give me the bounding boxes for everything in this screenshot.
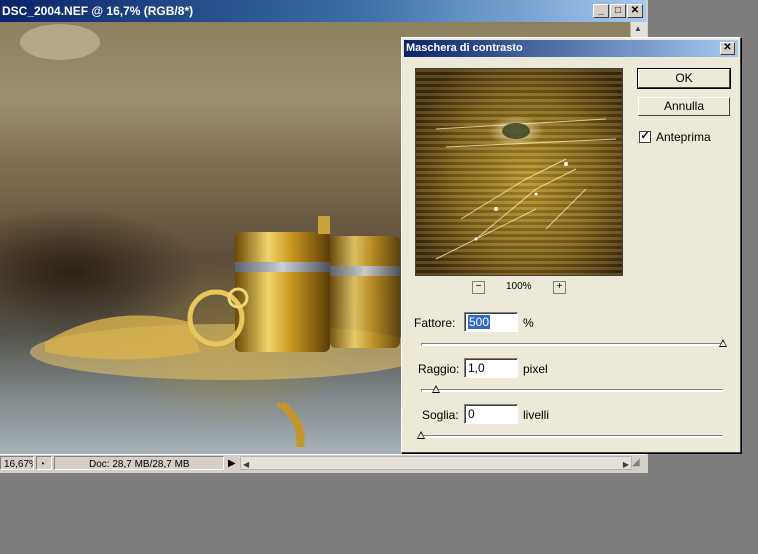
zoom-out-button[interactable]: − [472, 281, 485, 294]
preview-zoom-level: 100% [506, 281, 532, 292]
threshold-slider-track[interactable] [421, 435, 723, 438]
amount-value: 500 [468, 315, 491, 329]
resize-grip-icon[interactable]: ◢ [632, 456, 646, 470]
radius-unit: pixel [523, 362, 548, 376]
status-menu-arrow-icon[interactable]: ▶ [228, 456, 236, 471]
amount-slider-track[interactable] [421, 343, 723, 346]
radius-label: Raggio: [418, 362, 460, 376]
filter-preview[interactable] [415, 68, 623, 276]
maximize-button[interactable]: □ [610, 4, 626, 18]
preview-checkbox[interactable]: ✓ [639, 131, 651, 143]
amount-unit: % [523, 316, 534, 330]
radius-slider-track[interactable] [421, 389, 723, 392]
document-title: DSC_2004.NEF @ 16,7% (RGB/8*) [2, 4, 194, 18]
timer-icon[interactable]: ◔ [36, 456, 52, 470]
amount-slider-thumb[interactable] [719, 339, 727, 347]
amount-label: Fattore: [414, 316, 456, 330]
radius-slider-thumb[interactable] [432, 385, 441, 393]
threshold-input[interactable]: 0 [464, 404, 518, 424]
scroll-left-icon[interactable]: ◀ [243, 457, 249, 472]
zoom-in-button[interactable]: + [553, 281, 566, 294]
threshold-label: Soglia: [422, 408, 459, 422]
doc-size-info: Doc: 28,7 MB/28,7 MB [54, 456, 224, 470]
dialog-titlebar[interactable]: Maschera di contrasto ✕ [404, 40, 738, 57]
cancel-button[interactable]: Annulla [638, 97, 730, 116]
document-titlebar[interactable]: DSC_2004.NEF @ 16,7% (RGB/8*) _ □ ✕ [0, 0, 646, 22]
scroll-up-icon[interactable]: ▲ [634, 24, 642, 33]
threshold-slider-thumb[interactable] [417, 431, 425, 439]
radius-input[interactable]: 1,0 [464, 358, 518, 378]
scroll-right-icon[interactable]: ▶ [623, 457, 629, 472]
preview-checkbox-label[interactable]: Anteprima [656, 130, 711, 144]
minimize-button[interactable]: _ [593, 4, 609, 18]
threshold-unit: livelli [523, 408, 550, 422]
zoom-readout[interactable]: 16,67% [0, 456, 34, 470]
preview-texture [435, 118, 617, 260]
horizontal-scrollbar[interactable]: ◀ ▶ [240, 456, 632, 470]
status-bar: 16,67% ◔ Doc: 28,7 MB/28,7 MB ▶ ◀ ▶ [0, 454, 646, 472]
unsharp-mask-dialog: Maschera di contrasto ✕ OK Annulla ✓ Ant… [401, 37, 741, 453]
dialog-close-button[interactable]: ✕ [720, 42, 735, 55]
ok-button[interactable]: OK [637, 68, 731, 89]
amount-input[interactable]: 500 [464, 312, 518, 332]
close-window-button[interactable]: ✕ [627, 4, 643, 18]
dialog-title: Maschera di contrasto [406, 42, 523, 54]
